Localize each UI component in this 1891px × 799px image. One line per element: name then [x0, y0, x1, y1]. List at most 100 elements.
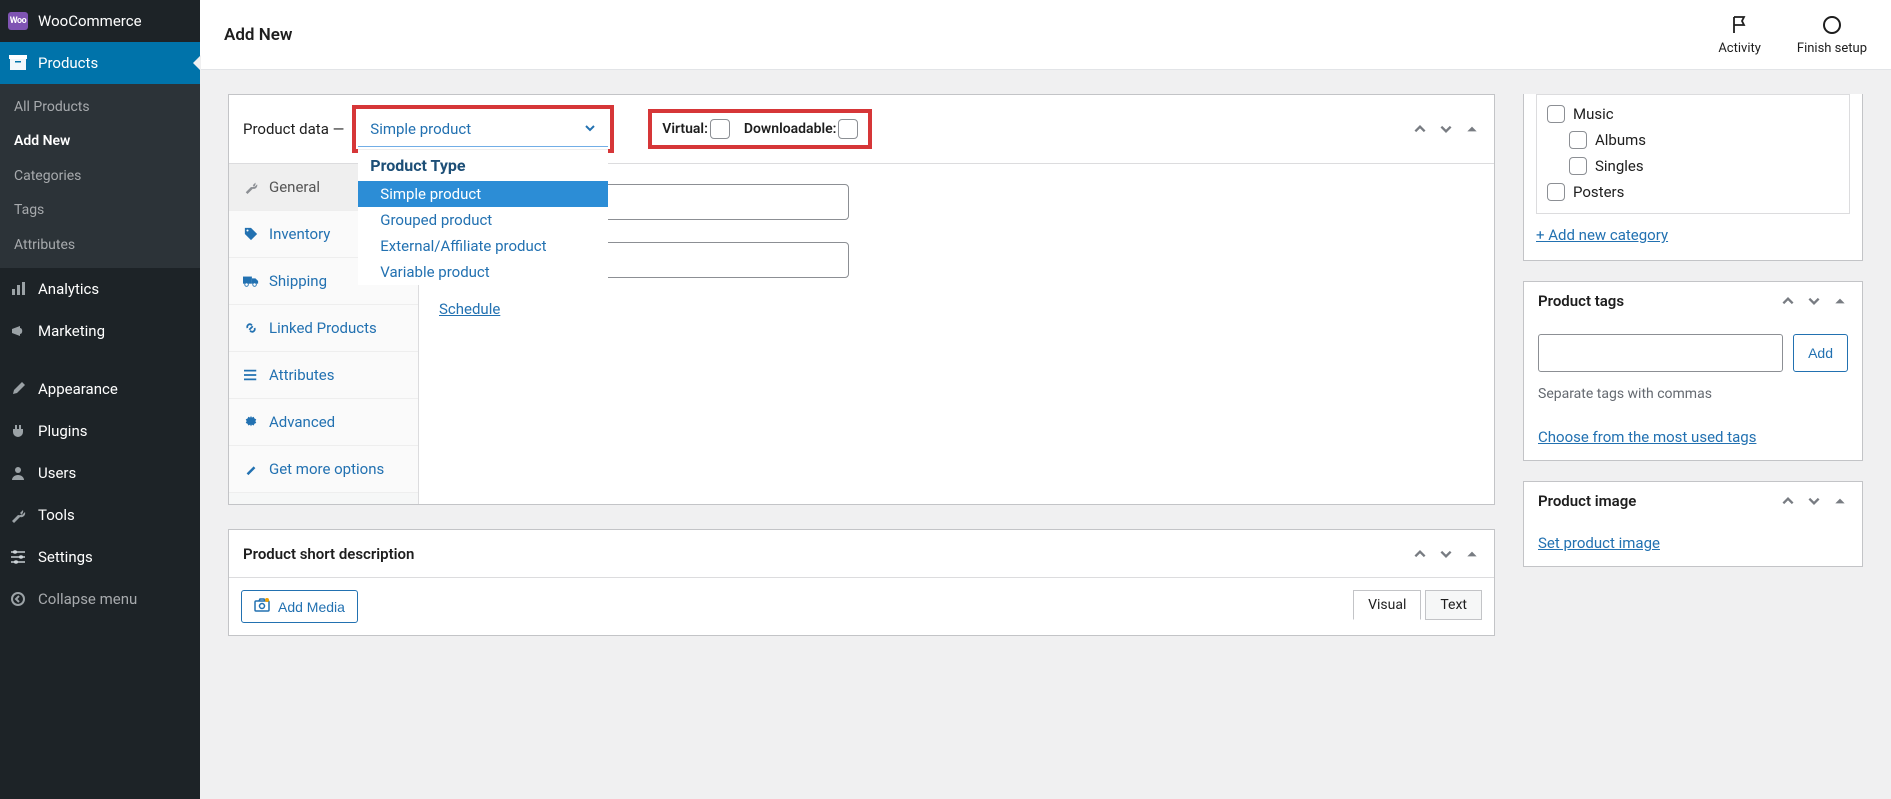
archive-icon: [8, 53, 28, 73]
category-checkbox[interactable]: [1569, 131, 1587, 149]
sidebar-label: WooCommerce: [38, 12, 142, 30]
flag-icon: [1728, 13, 1752, 37]
sidebar-sub-categories[interactable]: Categories: [0, 159, 200, 193]
category-checkbox[interactable]: [1569, 157, 1587, 175]
virtual-checkbox-wrap[interactable]: Virtual:: [662, 119, 730, 139]
sidebar-item-tools[interactable]: Tools: [0, 494, 200, 536]
user-icon: [8, 463, 28, 483]
product-image-box: Product image Set product image: [1523, 481, 1863, 567]
finish-setup-button[interactable]: Finish setup: [1797, 13, 1867, 56]
product-tags-title: Product tags: [1538, 292, 1624, 310]
product-type-selector-highlight: Simple product Product Type Simple produ…: [352, 105, 614, 153]
downloadable-checkbox-wrap[interactable]: Downloadable:: [744, 119, 859, 139]
chevron-down-icon: [584, 120, 596, 138]
sliders-icon: [8, 547, 28, 567]
sidebar-item-appearance[interactable]: Appearance: [0, 368, 200, 410]
product-image-body: Set product image: [1524, 520, 1862, 566]
set-product-image-link[interactable]: Set product image: [1538, 534, 1660, 552]
sidebar-label: Products: [38, 54, 98, 72]
dropdown-option-variable[interactable]: Variable product: [358, 259, 608, 285]
move-down-icon[interactable]: [1806, 493, 1822, 509]
move-down-icon[interactable]: [1438, 121, 1454, 137]
short-description-title: Product short description: [243, 545, 414, 563]
activity-button[interactable]: Activity: [1718, 13, 1761, 56]
virtual-checkbox[interactable]: [710, 119, 730, 139]
topbar-actions: Activity Finish setup: [1718, 13, 1867, 56]
sidebar-item-users[interactable]: Users: [0, 452, 200, 494]
tab-advanced[interactable]: Advanced: [229, 399, 418, 446]
chart-icon: [8, 279, 28, 299]
choose-tags-link[interactable]: Choose from the most used tags: [1538, 428, 1756, 446]
editor-tabs: Visual Text: [1353, 590, 1482, 620]
editor-tab-visual[interactable]: Visual: [1353, 590, 1421, 620]
wrench-icon: [8, 505, 28, 525]
sidebar-label: Plugins: [38, 422, 87, 440]
category-item-albums[interactable]: Albums: [1541, 127, 1845, 153]
toggle-panel-icon[interactable]: [1832, 293, 1848, 309]
dropdown-option-external[interactable]: External/Affiliate product: [358, 233, 608, 259]
tag-add-button[interactable]: Add: [1793, 334, 1848, 372]
collapse-icon: [8, 589, 28, 609]
main-content: Add New Activity Finish setup Product da…: [200, 0, 1891, 799]
wrench-icon: [243, 179, 259, 195]
dropdown-option-grouped[interactable]: Grouped product: [358, 207, 608, 233]
product-tags-body: Add Separate tags with commas Choose fro…: [1524, 320, 1862, 460]
brush-icon: [8, 379, 28, 399]
sidebar-sub-add-new[interactable]: Add New: [0, 124, 200, 158]
move-up-icon[interactable]: [1780, 493, 1796, 509]
tab-linked[interactable]: Linked Products: [229, 305, 418, 352]
megaphone-icon: [8, 321, 28, 341]
editor-tab-text[interactable]: Text: [1425, 590, 1482, 620]
move-up-icon[interactable]: [1412, 546, 1428, 562]
downloadable-label: Downloadable:: [744, 121, 837, 137]
move-up-icon[interactable]: [1412, 121, 1428, 137]
add-new-category-link[interactable]: + Add new category: [1536, 214, 1668, 248]
move-up-icon[interactable]: [1780, 293, 1796, 309]
sidebar-item-woocommerce[interactable]: Woo WooCommerce: [0, 0, 200, 42]
sidebar-item-products[interactable]: Products: [0, 42, 200, 84]
sidebar-sub-attributes[interactable]: Attributes: [0, 228, 200, 262]
short-description-box: Product short description Add Media Visu…: [228, 529, 1495, 636]
sidebar-label: Analytics: [38, 280, 99, 298]
content-main-column: Product data — Simple product Product Ty…: [228, 94, 1495, 775]
move-down-icon[interactable]: [1438, 546, 1454, 562]
move-down-icon[interactable]: [1806, 293, 1822, 309]
sidebar-sub-tags[interactable]: Tags: [0, 193, 200, 227]
page-title: Add New: [224, 25, 292, 45]
category-checkbox[interactable]: [1547, 105, 1565, 123]
downloadable-checkbox[interactable]: [838, 119, 858, 139]
schedule-link[interactable]: Schedule: [439, 300, 500, 318]
sidebar-item-settings[interactable]: Settings: [0, 536, 200, 578]
list-icon: [243, 367, 259, 383]
sidebar-item-marketing[interactable]: Marketing: [0, 310, 200, 352]
tab-get-more[interactable]: Get more options: [229, 446, 418, 493]
toggle-panel-icon[interactable]: [1464, 546, 1480, 562]
tag-icon: [243, 226, 259, 242]
virtual-label: Virtual:: [662, 121, 708, 137]
sidebar-label: Tools: [38, 506, 75, 524]
category-item-posters[interactable]: Posters: [1541, 179, 1845, 205]
tab-attributes[interactable]: Attributes: [229, 352, 418, 399]
toggle-panel-icon[interactable]: [1832, 493, 1848, 509]
sidebar-collapse[interactable]: Collapse menu: [0, 578, 200, 620]
woocommerce-icon: Woo: [8, 11, 28, 31]
tag-input[interactable]: [1538, 334, 1783, 372]
sidebar-item-analytics[interactable]: Analytics: [0, 268, 200, 310]
product-type-select[interactable]: Simple product: [358, 111, 608, 147]
product-type-dropdown: Product Type Simple product Grouped prod…: [358, 149, 608, 285]
product-image-title: Product image: [1538, 492, 1636, 510]
product-data-header: Product data — Simple product Product Ty…: [229, 95, 1494, 164]
category-item-singles[interactable]: Singles: [1541, 153, 1845, 179]
sidebar-sub-all-products[interactable]: All Products: [0, 90, 200, 124]
toggle-panel-icon[interactable]: [1464, 121, 1480, 137]
sidebar-item-plugins[interactable]: Plugins: [0, 410, 200, 452]
category-list[interactable]: Music Albums Singles Posters: [1536, 94, 1850, 214]
plug-icon: [8, 421, 28, 441]
add-media-button[interactable]: Add Media: [241, 590, 358, 623]
category-checkbox[interactable]: [1547, 183, 1565, 201]
dropdown-option-simple[interactable]: Simple product: [358, 181, 608, 207]
finish-setup-label: Finish setup: [1797, 41, 1867, 56]
category-item-music[interactable]: Music: [1541, 101, 1845, 127]
product-image-header: Product image: [1524, 482, 1862, 520]
circle-icon: [1820, 13, 1844, 37]
